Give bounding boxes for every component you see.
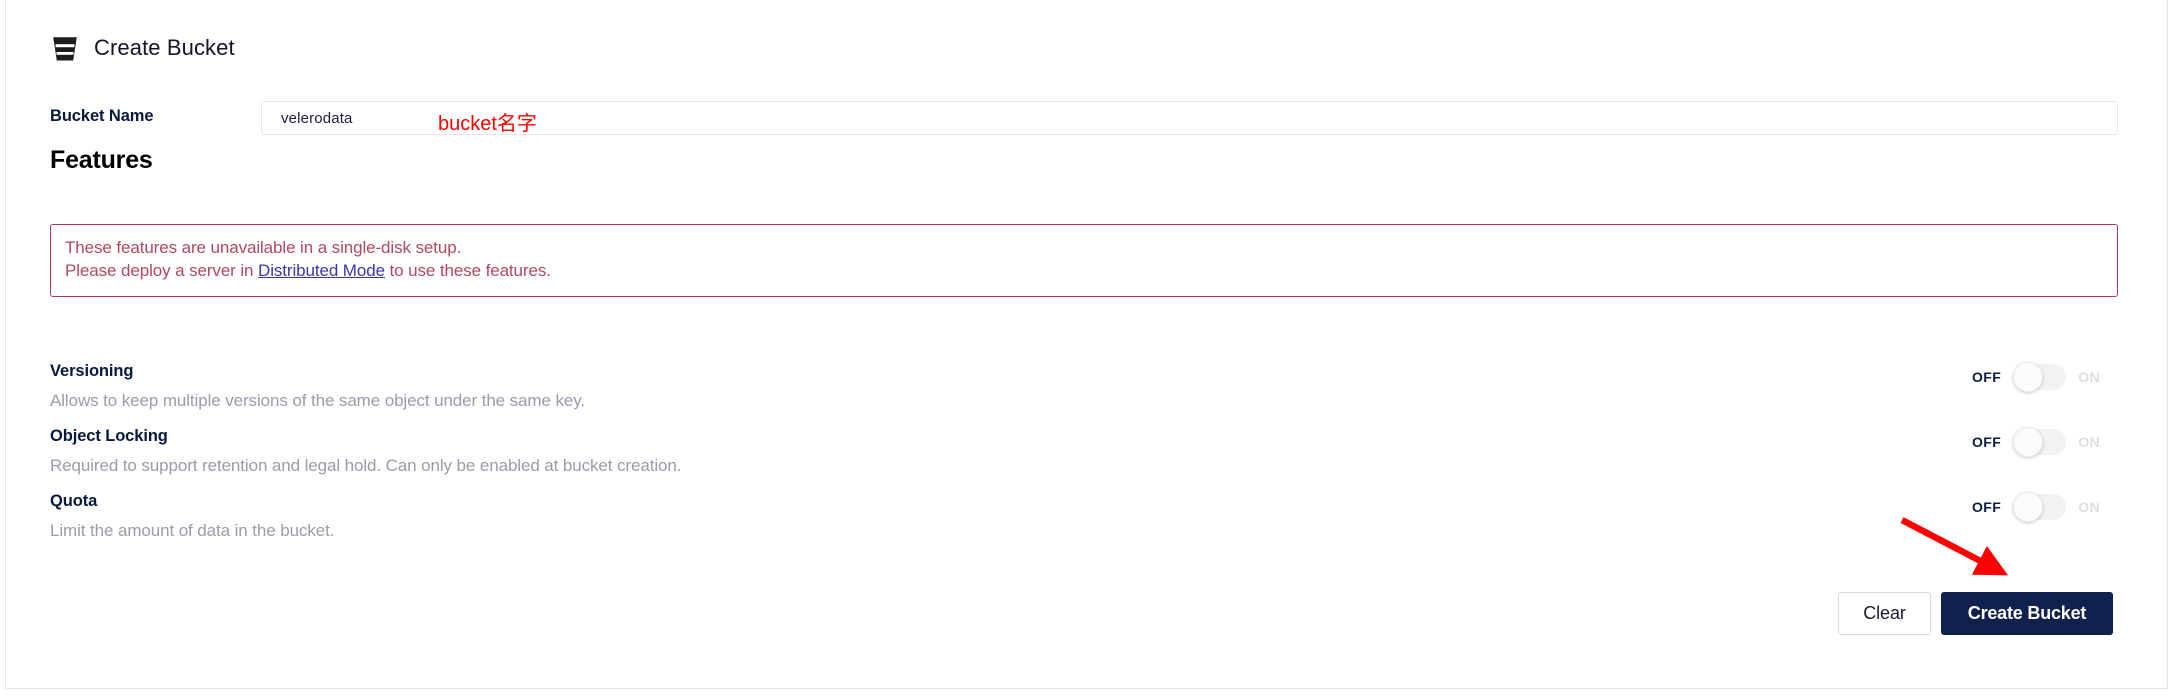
toggle-off-label: OFF	[1972, 434, 2002, 450]
toggle-switch-quota[interactable]	[2013, 492, 2067, 522]
page-title: Create Bucket	[94, 35, 235, 60]
features-heading: Features	[50, 146, 153, 174]
features-warning-box: These features are unavailable in a sing…	[50, 224, 2118, 297]
bucket-name-annotation: bucket名字	[438, 113, 537, 135]
toggle-object-locking[interactable]: OFF ON	[1972, 427, 2101, 457]
create-bucket-page: Create Bucket Bucket Name velerodata buc…	[0, 0, 2173, 697]
bucket-name-input[interactable]: velerodata bucket名字	[261, 101, 2118, 135]
feature-desc-object-locking: Required to support retention and legal …	[50, 456, 682, 475]
bucket-name-value: velerodata	[281, 109, 353, 127]
toggle-knob	[2013, 492, 2044, 522]
toggle-on-label: ON	[2078, 499, 2101, 515]
action-buttons: Clear Create Bucket	[1838, 592, 2113, 635]
feature-desc-versioning: Allows to keep multiple versions of the …	[50, 391, 585, 410]
warning-text-after: to use these features.	[384, 260, 551, 280]
bucket-name-row: Bucket Name velerodata bucket名字	[50, 101, 2118, 135]
toggle-knob	[2013, 362, 2044, 392]
toggle-off-label: OFF	[1972, 369, 2002, 385]
feature-title-versioning: Versioning	[50, 362, 134, 380]
feature-desc-quota: Limit the amount of data in the bucket.	[50, 521, 335, 540]
toggle-on-label: ON	[2078, 434, 2101, 450]
toggle-quota[interactable]: OFF ON	[1972, 492, 2101, 522]
create-bucket-button[interactable]: Create Bucket	[1941, 592, 2113, 635]
toggle-versioning[interactable]: OFF ON	[1972, 362, 2101, 392]
toggle-switch-versioning[interactable]	[2013, 362, 2067, 392]
warning-line-1: These features are unavailable in a sing…	[65, 238, 462, 257]
toggle-knob	[2013, 427, 2044, 457]
distributed-mode-link[interactable]: Distributed Mode	[258, 261, 385, 280]
toggle-off-label: OFF	[1972, 499, 2002, 515]
bucket-icon	[50, 33, 80, 63]
toggle-on-label: ON	[2078, 369, 2101, 385]
warning-text-before: Please deploy a server in	[65, 260, 259, 280]
warning-line-2: Please deploy a server in Distributed Mo…	[65, 260, 2117, 283]
toggle-switch-object-locking[interactable]	[2013, 427, 2067, 457]
feature-title-quota: Quota	[50, 492, 98, 510]
page-header: Create Bucket	[50, 33, 235, 63]
bucket-name-label: Bucket Name	[50, 107, 154, 125]
clear-button[interactable]: Clear	[1838, 592, 1931, 635]
feature-title-object-locking: Object Locking	[50, 427, 168, 445]
